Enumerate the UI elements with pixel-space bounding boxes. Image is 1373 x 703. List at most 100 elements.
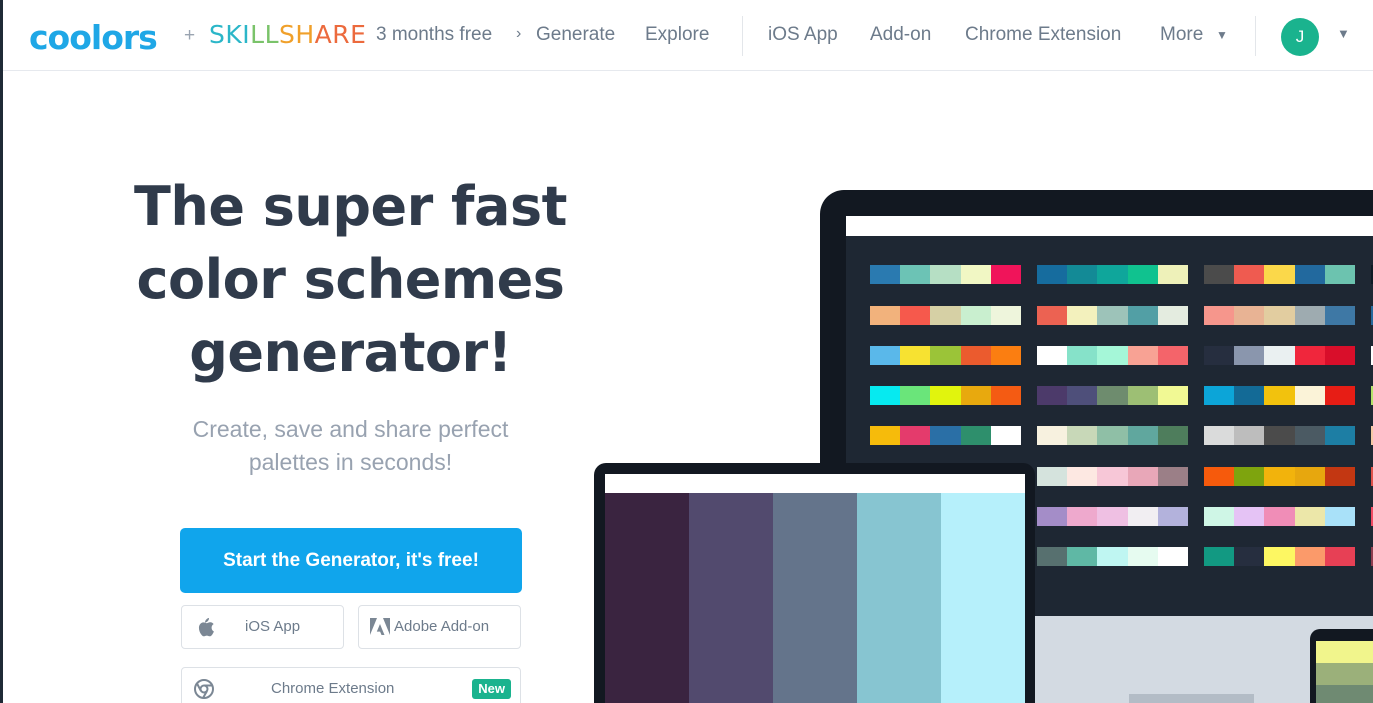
- palette-swatch: [1097, 265, 1128, 284]
- palette-swatch: [960, 426, 991, 445]
- nav-generate[interactable]: Generate: [536, 24, 615, 46]
- palette-swatch: [1097, 386, 1128, 405]
- palette-swatch: [1037, 386, 1068, 405]
- palette-swatch: [1067, 306, 1098, 325]
- palette-swatch: [1234, 386, 1265, 405]
- ios-app-button[interactable]: iOS App: [181, 605, 344, 649]
- plus-sign: +: [184, 25, 196, 46]
- laptop-swatch: [857, 493, 941, 703]
- palette-swatch: [930, 265, 961, 284]
- palette-row: [1037, 547, 1189, 566]
- palette-swatch: [870, 426, 901, 445]
- palette-swatch: [1234, 346, 1265, 365]
- phone-swatch: [1316, 641, 1373, 663]
- palette-swatch: [1324, 346, 1356, 365]
- palette-swatch: [1067, 547, 1098, 566]
- promo-link[interactable]: 3 months free: [376, 24, 492, 46]
- palette-swatch: [930, 386, 961, 405]
- adobe-add-on-label: Adobe Add-on: [394, 618, 490, 635]
- palette-swatch: [1234, 306, 1265, 325]
- palette-row: [1204, 386, 1356, 405]
- user-avatar[interactable]: J: [1281, 18, 1319, 56]
- palette-swatch: [990, 386, 1022, 405]
- palette-swatch: [1097, 426, 1128, 445]
- palette-swatch: [1157, 346, 1189, 365]
- palette-swatch: [960, 306, 991, 325]
- palette-swatch: [1264, 346, 1295, 365]
- chrome-extension-label: Chrome Extension: [271, 680, 395, 697]
- palette-swatch: [1067, 507, 1098, 526]
- palette-row: [1037, 386, 1189, 405]
- palette-swatch: [1127, 265, 1158, 284]
- palette-row: [1037, 265, 1189, 284]
- start-generator-button[interactable]: Start the Generator, it's free!: [180, 528, 522, 593]
- palette-swatch: [1234, 426, 1265, 445]
- palette-swatch: [1127, 467, 1158, 486]
- palette-swatch: [1037, 507, 1068, 526]
- palette-swatch: [1294, 507, 1325, 526]
- palette-swatch: [1204, 386, 1235, 405]
- skillshare-logo-part: SH: [279, 20, 315, 49]
- palette-row: [1204, 265, 1356, 284]
- palette-swatch: [1037, 426, 1068, 445]
- palette-swatch: [1037, 306, 1068, 325]
- palette-swatch: [990, 306, 1022, 325]
- palette-swatch: [1234, 265, 1265, 284]
- palette-swatch: [1204, 346, 1235, 365]
- palette-swatch: [1037, 265, 1068, 284]
- palette-swatch: [1234, 467, 1265, 486]
- palette-swatch: [870, 265, 901, 284]
- palette-swatch: [1127, 346, 1158, 365]
- palette-row: [870, 265, 1022, 284]
- palette-row: [870, 386, 1022, 405]
- nav-add-on[interactable]: Add-on: [870, 24, 931, 46]
- palette-swatch: [870, 306, 901, 325]
- palette-swatch: [1067, 426, 1098, 445]
- palette-swatch: [1324, 386, 1356, 405]
- palette-swatch: [1264, 426, 1295, 445]
- palette-row: [1204, 467, 1356, 486]
- palette-swatch: [1157, 467, 1189, 486]
- palette-swatch: [1234, 547, 1265, 566]
- palette-swatch: [1097, 346, 1128, 365]
- palette-swatch: [1294, 346, 1325, 365]
- palette-swatch: [1324, 507, 1356, 526]
- palette-swatch: [960, 386, 991, 405]
- ios-app-label: iOS App: [245, 618, 301, 635]
- palette-swatch: [1294, 467, 1325, 486]
- chrome-extension-button[interactable]: Chrome Extension New: [181, 667, 521, 703]
- palette-swatch: [1294, 265, 1325, 284]
- palette-swatch: [1204, 426, 1235, 445]
- skillshare-logo[interactable]: SKILLSHARE: [209, 20, 366, 49]
- palette-swatch: [960, 265, 991, 284]
- palette-swatch: [1067, 467, 1098, 486]
- palette-row: [1037, 467, 1189, 486]
- chevron-right-icon: ›: [516, 25, 522, 42]
- coolors-logo[interactable]: coolors: [29, 18, 158, 57]
- nav-ios-app[interactable]: iOS App: [768, 24, 838, 46]
- palette-swatch: [1294, 547, 1325, 566]
- palette-swatch: [1067, 386, 1098, 405]
- palette-row: [870, 306, 1022, 325]
- palette-swatch: [1157, 386, 1189, 405]
- palette-row: [870, 346, 1022, 365]
- palette-row: [1037, 507, 1189, 526]
- palette-swatch: [1324, 265, 1356, 284]
- palette-row: [1204, 547, 1356, 566]
- apple-icon: [196, 606, 214, 652]
- palette-swatch: [1097, 507, 1128, 526]
- palette-swatch: [1294, 386, 1325, 405]
- nav-more[interactable]: More: [1160, 24, 1203, 46]
- chrome-icon: [194, 668, 214, 703]
- nav-chrome-extension[interactable]: Chrome Extension: [965, 24, 1121, 46]
- palette-swatch: [900, 346, 931, 365]
- skillshare-logo-part: SKI: [209, 20, 251, 49]
- palette-swatch: [1097, 306, 1128, 325]
- chevron-down-icon[interactable]: ▼: [1337, 26, 1350, 41]
- nav-explore[interactable]: Explore: [645, 24, 709, 46]
- desktop-stand-strip: [1129, 694, 1254, 703]
- phone-swatch: [1316, 685, 1373, 703]
- palette-swatch: [1157, 306, 1189, 325]
- palette-swatch: [1127, 507, 1158, 526]
- adobe-add-on-button[interactable]: Adobe Add-on: [358, 605, 521, 649]
